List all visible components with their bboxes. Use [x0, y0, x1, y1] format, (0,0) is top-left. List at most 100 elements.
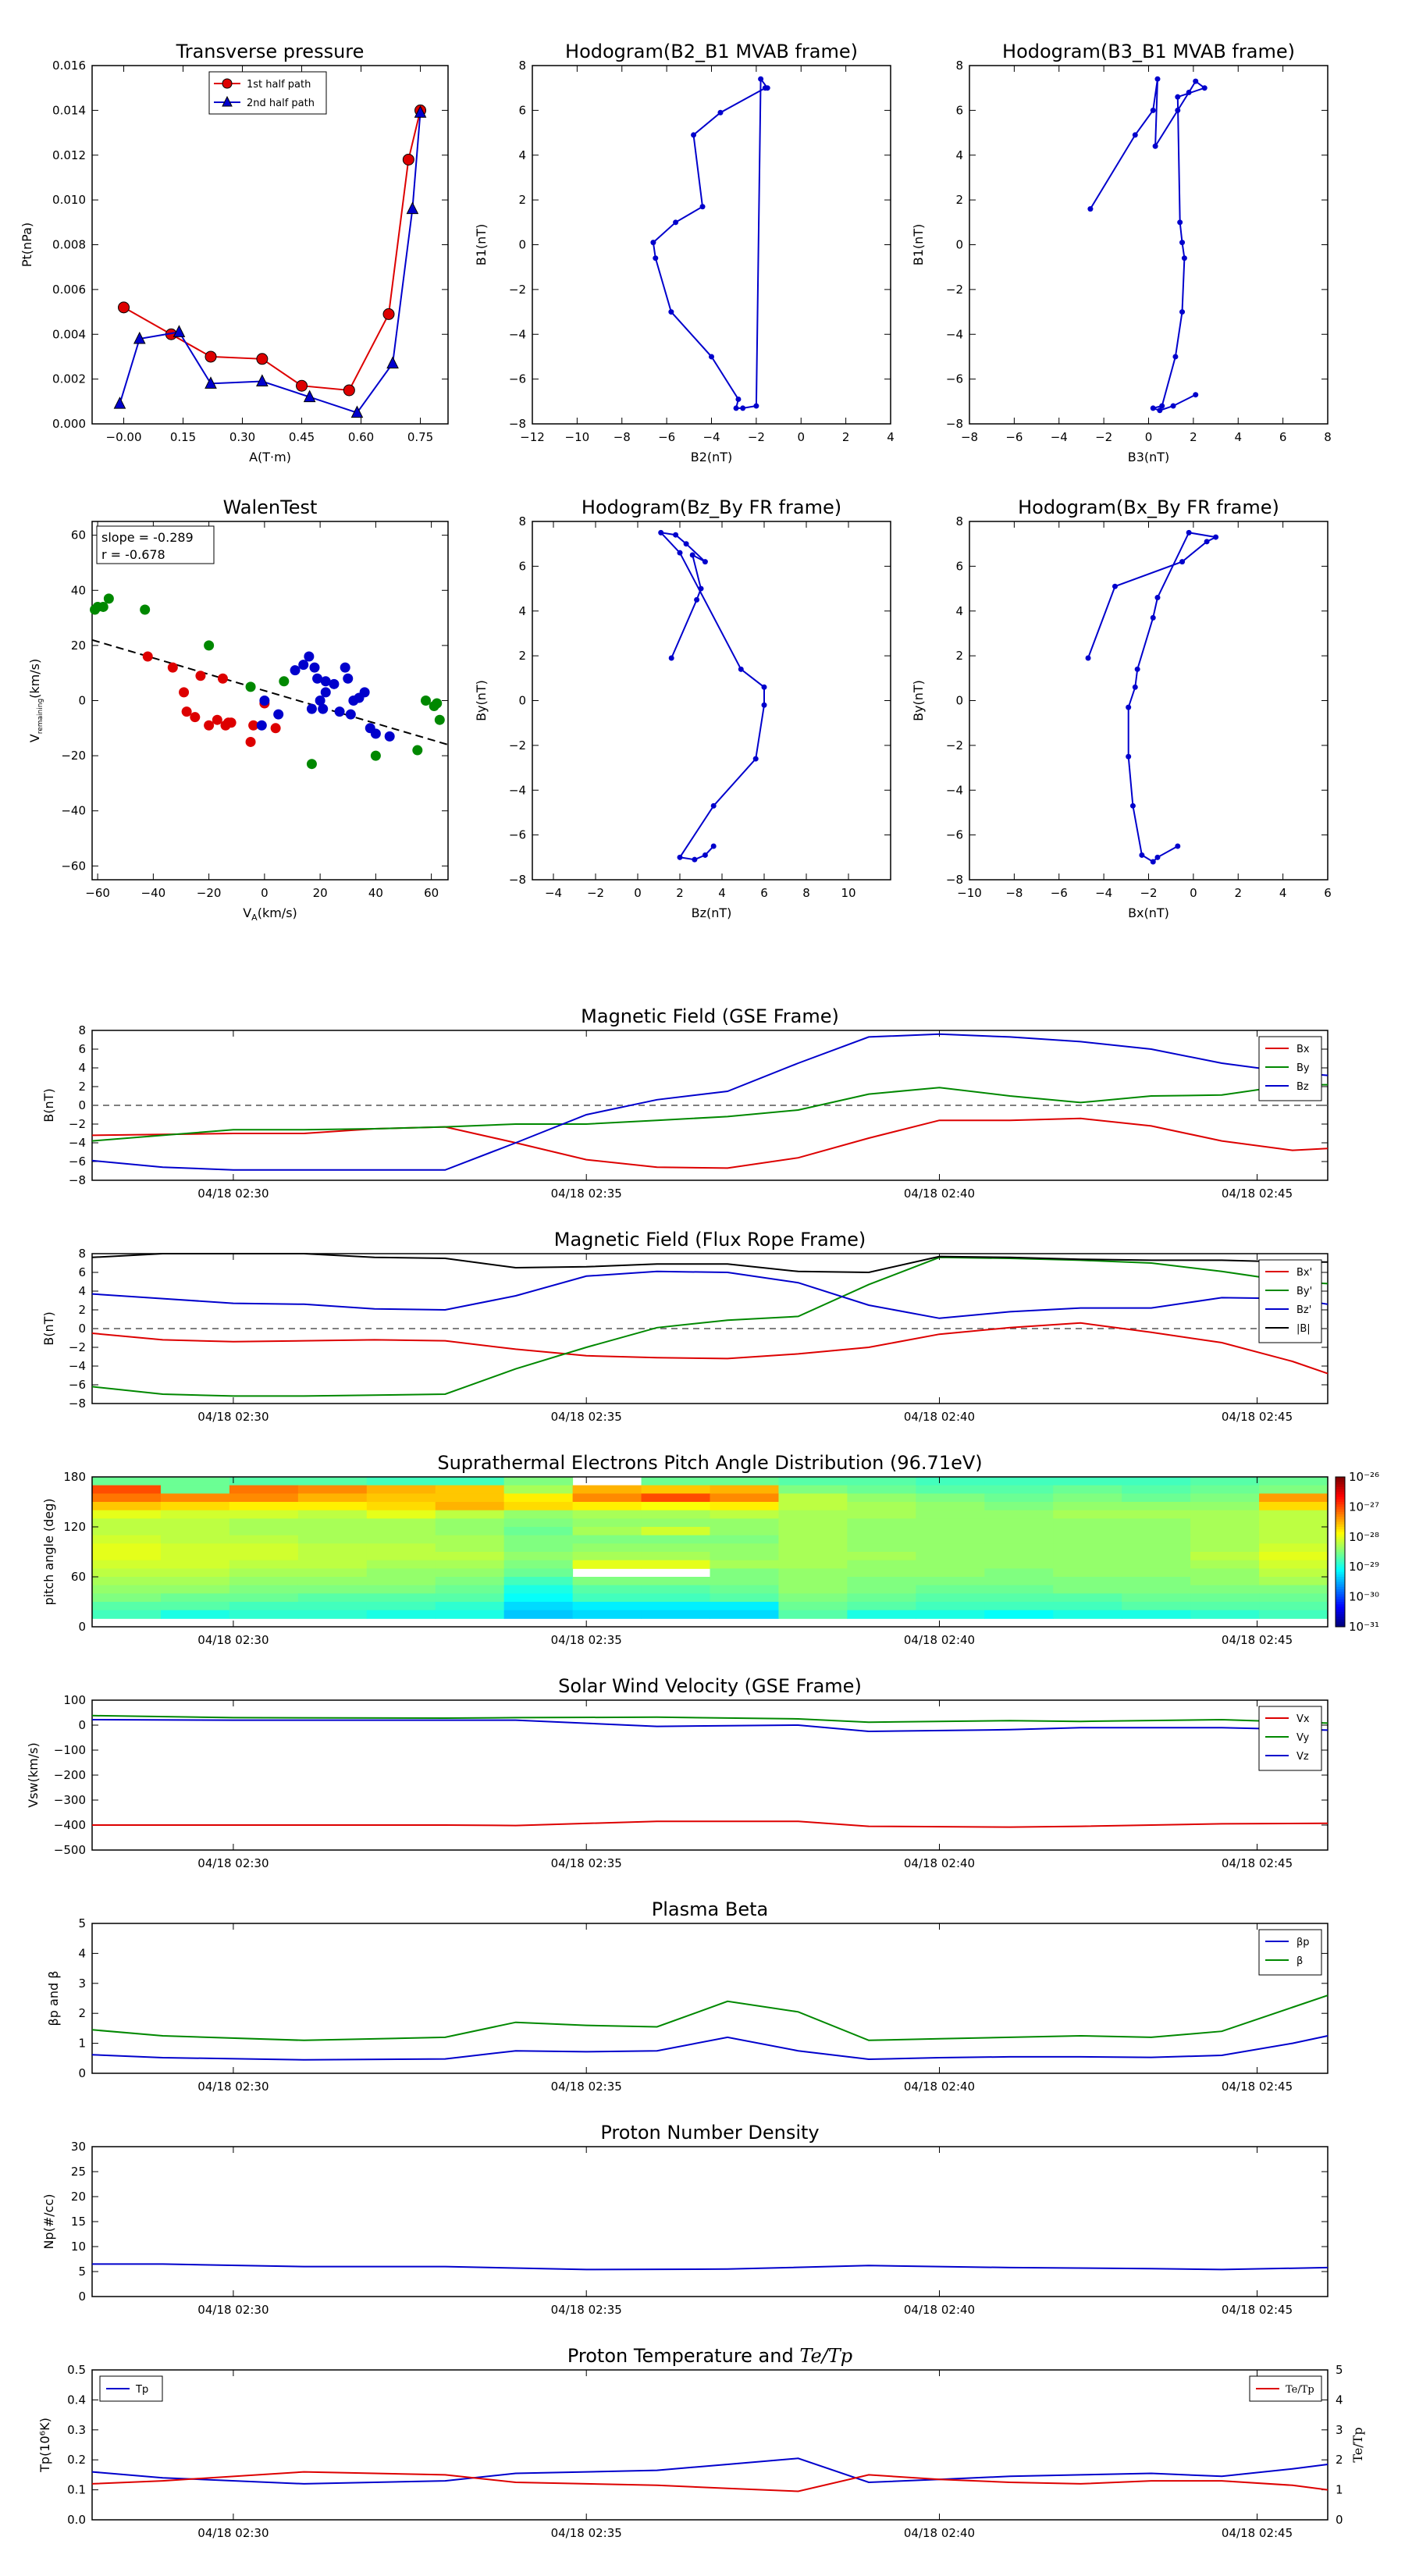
- colorbar-segment: [1336, 1599, 1345, 1603]
- chart-hodo-b3b1: Hodogram(B3_B1 MVAB frame) −8 −6 −4 −2 0 2 4 6 8 −…: [911, 41, 1332, 464]
- legend-label: Bz': [1297, 1304, 1311, 1316]
- data-point: [710, 802, 717, 809]
- heatmap-cell: [641, 1552, 710, 1561]
- data-point: [212, 714, 222, 725]
- figure: Transverse pressure−0.00 0.15 0.30 0.45 0.60…: [20, 41, 1379, 2540]
- heatmap-cell: [229, 1593, 299, 1603]
- y-tick-label: 0.016: [52, 59, 86, 73]
- heatmap-cell: [984, 1610, 1054, 1619]
- legend-label: By: [1297, 1062, 1310, 1074]
- colorbar-segment: [1336, 1529, 1345, 1532]
- heatmap-cell: [916, 1610, 985, 1619]
- colorbar-segment: [1336, 1621, 1345, 1625]
- data-point: [179, 687, 190, 698]
- heatmap-cell: [1122, 1577, 1191, 1586]
- data-point: [1129, 802, 1136, 809]
- x-tick-label: 04/18 02:30: [197, 1410, 269, 1424]
- heatmap-cell: [1259, 1502, 1329, 1511]
- y-tick-label: 6: [78, 1042, 86, 1056]
- heatmap-cell: [1122, 1535, 1191, 1544]
- heatmap-cell: [916, 1477, 985, 1486]
- y-tick-label: −8: [69, 1397, 86, 1411]
- data-point: [740, 405, 746, 411]
- heatmap-cell: [435, 1552, 505, 1561]
- heatmap-cell: [92, 1610, 162, 1619]
- heatmap-cell: [1053, 1568, 1122, 1578]
- data-point: [1186, 89, 1192, 95]
- colorbar-segment: [1336, 1479, 1345, 1482]
- colorbar-segment: [1336, 1539, 1345, 1542]
- x-axis-label: Bx(nT): [1128, 906, 1169, 920]
- y2-tick-label: 3: [1336, 2423, 1343, 2437]
- data-point: [1193, 78, 1199, 84]
- y-tick-label: 8: [955, 59, 963, 73]
- y-tick-label: 0.0: [67, 2513, 86, 2527]
- heatmap-cell: [435, 1543, 505, 1553]
- heatmap-cell: [641, 1485, 710, 1494]
- heatmap-cell: [1259, 1527, 1329, 1536]
- series-line: [91, 1719, 1329, 1733]
- heatmap-cell: [847, 1502, 916, 1511]
- colorbar-segment: [1336, 1499, 1345, 1503]
- data-point: [677, 854, 683, 860]
- data-point: [710, 843, 717, 849]
- x-axis-label: VA(km/s): [243, 906, 297, 923]
- data-point: [1126, 704, 1132, 710]
- heatmap-cell: [1190, 1527, 1260, 1536]
- heatmap-cell: [572, 1527, 642, 1536]
- chart-title: Hodogram(Bz_By FR frame): [582, 496, 841, 518]
- colorbar-segment: [1336, 1521, 1345, 1525]
- heatmap-cell: [984, 1602, 1054, 1611]
- x-tick-label: 6: [760, 886, 768, 900]
- heatmap-cell: [1190, 1568, 1260, 1578]
- heatmap-cell: [1122, 1585, 1191, 1594]
- heatmap-cell: [1190, 1543, 1260, 1553]
- y2-axis-label: Te/Tp: [1350, 2427, 1365, 2462]
- x-tick-label: 04/18 02:45: [1222, 1633, 1293, 1647]
- x-tick-label: 04/18 02:35: [551, 1410, 622, 1424]
- chart-tp: Proton Temperature and Te/Tp 04/18 02:30 0…: [37, 2345, 1365, 2540]
- chart-pitch-angle-distribution: Suprathermal Electrons Pitch Angle Distr…: [41, 1452, 1379, 1647]
- colorbar-segment: [1336, 1571, 1345, 1575]
- colorbar-segment: [1336, 1502, 1345, 1505]
- heatmap-cell: [229, 1602, 299, 1611]
- series-line: [91, 1270, 1329, 1319]
- heatmap-cell: [297, 1585, 368, 1594]
- data-point: [318, 703, 329, 714]
- heatmap-cell: [984, 1493, 1054, 1503]
- y-axis-label: Tp(10⁶K): [37, 2418, 52, 2473]
- heatmap-cell: [160, 1477, 230, 1486]
- colorbar-segment: [1336, 1532, 1345, 1535]
- series-line: [91, 2471, 1329, 2492]
- y-tick-label: −4: [946, 327, 963, 341]
- x-axis-label-tail: (km/s): [258, 906, 297, 920]
- x-tick-label: 0.75: [407, 430, 433, 444]
- y-tick-label: 0.012: [52, 148, 86, 162]
- heatmap-cell: [229, 1568, 299, 1578]
- heatmap-cell: [366, 1485, 436, 1494]
- colorbar-segment: [1336, 1544, 1345, 1548]
- data-point: [673, 219, 679, 226]
- heatmap-cell: [710, 1502, 779, 1511]
- colorbar-segment: [1336, 1486, 1345, 1490]
- y-tick-label: 5: [78, 2265, 86, 2279]
- legend-box: [1258, 1929, 1322, 1976]
- y-axis-label-main: V: [27, 734, 42, 742]
- colorbar-segment: [1336, 1609, 1345, 1613]
- heatmap-cell: [641, 1493, 710, 1503]
- data-point: [752, 756, 759, 762]
- y-tick-label: 0: [78, 694, 86, 708]
- y-tick-label: −400: [54, 1818, 86, 1832]
- x-tick-label: 04/18 02:45: [1222, 1856, 1293, 1870]
- heatmap-cell: [297, 1477, 368, 1486]
- y-tick-label: 0.3: [67, 2423, 86, 2437]
- heatmap-cell: [1053, 1485, 1122, 1494]
- heatmap-cell: [916, 1502, 985, 1511]
- y-tick-label: 8: [955, 514, 963, 528]
- heatmap-cell: [297, 1535, 368, 1544]
- heatmap-cell: [229, 1535, 299, 1544]
- data-point: [1154, 595, 1161, 601]
- y-tick-label: 0.1: [67, 2483, 86, 2497]
- y-tick-label: 0: [518, 694, 526, 708]
- x-tick-label: 4: [887, 430, 895, 444]
